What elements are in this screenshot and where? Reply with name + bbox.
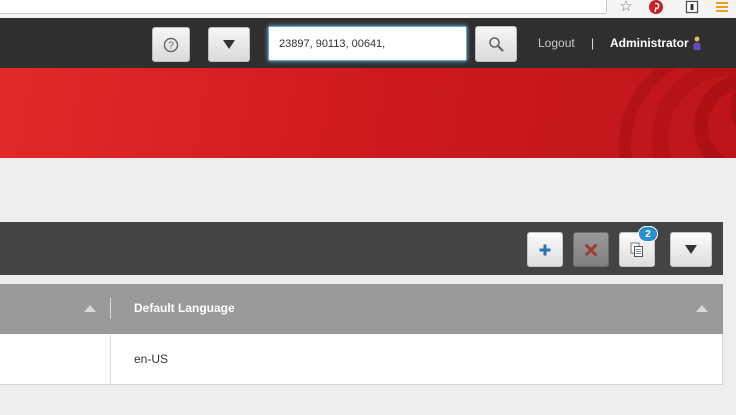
delete-icon bbox=[585, 243, 597, 256]
browser-address-bar[interactable] bbox=[0, 0, 607, 14]
help-icon: ? bbox=[163, 37, 179, 52]
search-button[interactable] bbox=[475, 26, 517, 62]
logout-link[interactable]: Logout bbox=[538, 36, 575, 50]
column-header-default-language[interactable]: Default Language bbox=[111, 284, 723, 334]
sort-asc-icon[interactable] bbox=[696, 305, 708, 312]
table-row[interactable]: en-US bbox=[0, 334, 723, 385]
search-input[interactable] bbox=[268, 26, 467, 61]
column-header-1[interactable] bbox=[0, 284, 110, 334]
header-dropdown-button[interactable] bbox=[208, 27, 250, 62]
toolbar-dropdown-button[interactable] bbox=[670, 232, 712, 267]
search-icon bbox=[489, 37, 504, 52]
table-header: Default Language bbox=[0, 284, 723, 334]
header-separator: | bbox=[591, 36, 595, 50]
star-icon[interactable]: ☆ bbox=[618, 0, 634, 14]
grid-toolbar bbox=[0, 222, 723, 275]
copy-icon bbox=[630, 242, 643, 257]
dropdown-arrow-icon bbox=[685, 244, 697, 254]
column-divider bbox=[110, 334, 111, 384]
pinterest-icon[interactable] bbox=[648, 0, 664, 14]
copy-count-badge: 2 bbox=[638, 226, 658, 242]
add-button[interactable] bbox=[527, 232, 563, 267]
column-header-label: Default Language bbox=[134, 301, 235, 315]
browser-menu-icon[interactable] bbox=[714, 0, 730, 14]
add-icon bbox=[539, 244, 551, 255]
help-button[interactable]: ? bbox=[152, 27, 190, 62]
svg-text:?: ? bbox=[168, 40, 174, 51]
sort-asc-icon[interactable] bbox=[84, 305, 96, 312]
extension-icon[interactable] bbox=[684, 0, 700, 14]
browser-toolbar: ☆ bbox=[0, 0, 736, 18]
table-cell: en-US bbox=[134, 352, 169, 366]
user-name-link[interactable]: Administrator bbox=[610, 36, 689, 50]
brand-swirl-graphic bbox=[619, 68, 736, 158]
user-icon[interactable] bbox=[693, 36, 701, 55]
delete-button[interactable] bbox=[573, 232, 609, 267]
brand-banner bbox=[0, 68, 736, 158]
dropdown-arrow-icon bbox=[223, 39, 235, 49]
